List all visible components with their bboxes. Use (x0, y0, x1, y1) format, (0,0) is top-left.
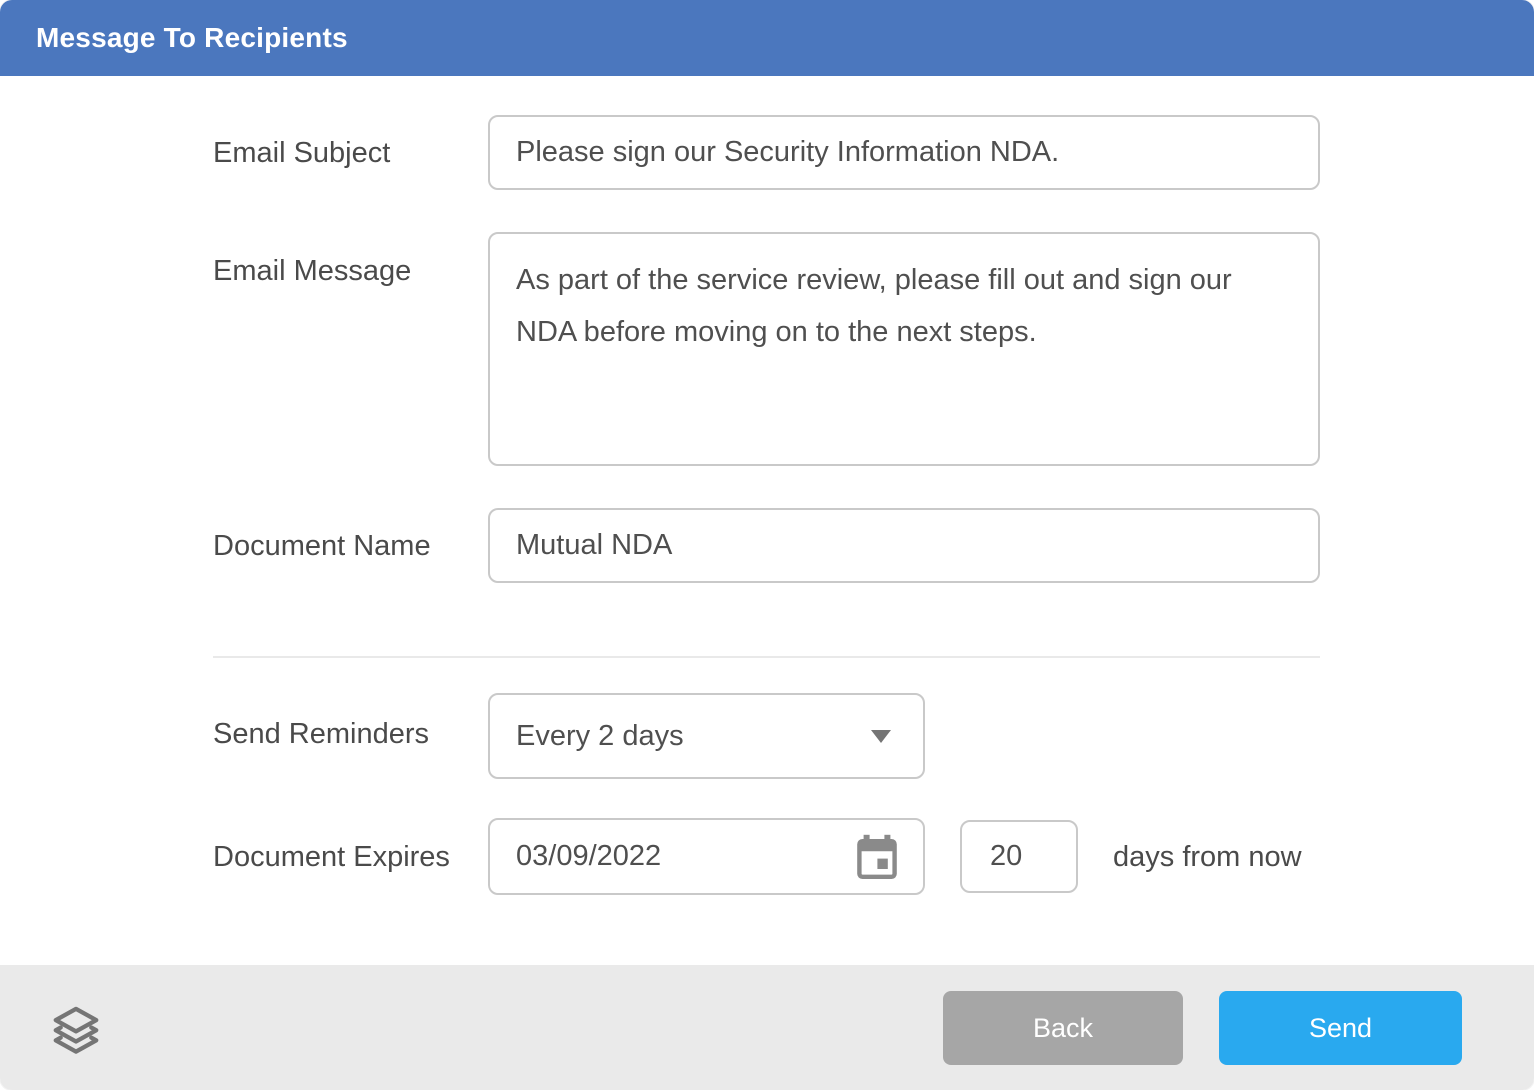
document-expires-date-value: 03/09/2022 (516, 840, 661, 873)
document-name-input[interactable] (488, 508, 1320, 583)
section-divider (213, 656, 1320, 658)
back-button[interactable]: Back (943, 991, 1183, 1065)
email-message-label: Email Message (213, 254, 411, 288)
send-button[interactable]: Send (1219, 991, 1462, 1065)
message-to-recipients-dialog: Message To Recipients Email Subject Emai… (0, 0, 1534, 1090)
expiry-days-input[interactable] (960, 820, 1078, 893)
send-reminders-label: Send Reminders (213, 717, 429, 751)
send-reminders-select[interactable]: Every 2 days (488, 693, 925, 779)
dialog-header: Message To Recipients (0, 0, 1534, 76)
document-expires-date-input[interactable]: 03/09/2022 (488, 818, 925, 895)
calendar-icon[interactable] (855, 834, 899, 880)
send-reminders-selected-value: Every 2 days (516, 720, 684, 753)
layers-icon (48, 1003, 104, 1057)
dialog-title: Message To Recipients (36, 22, 348, 54)
dialog-footer: Back Send (0, 965, 1534, 1090)
email-subject-label: Email Subject (213, 136, 390, 170)
email-subject-input[interactable] (488, 115, 1320, 190)
days-from-now-label: days from now (1113, 840, 1302, 874)
document-expires-label: Document Expires (213, 840, 450, 874)
chevron-down-icon (871, 730, 891, 743)
email-message-textarea[interactable]: As part of the service review, please fi… (488, 232, 1320, 466)
document-name-label: Document Name (213, 529, 431, 563)
